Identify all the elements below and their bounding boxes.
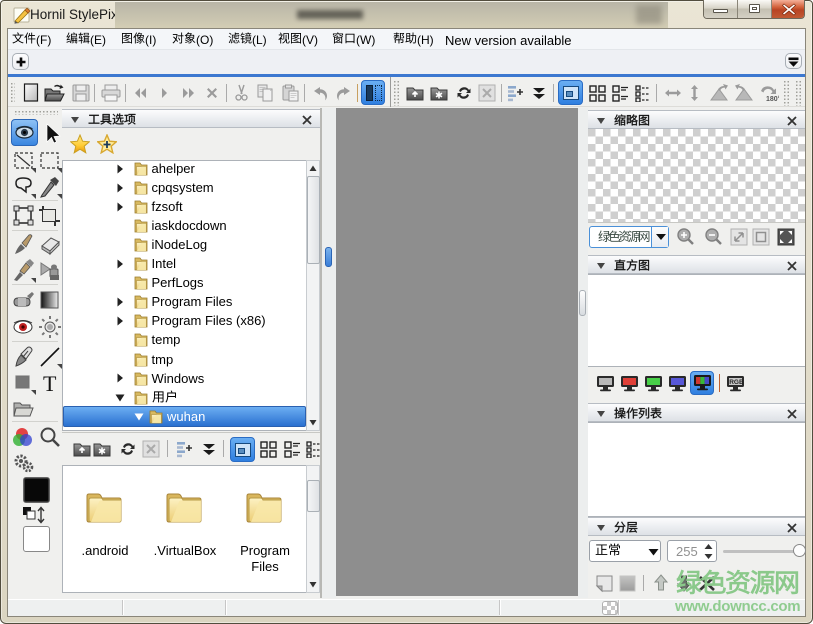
svg-text:RGB: RGB bbox=[729, 379, 744, 386]
svg-text:180°: 180° bbox=[766, 95, 779, 103]
svg-text:T: T bbox=[43, 371, 57, 396]
